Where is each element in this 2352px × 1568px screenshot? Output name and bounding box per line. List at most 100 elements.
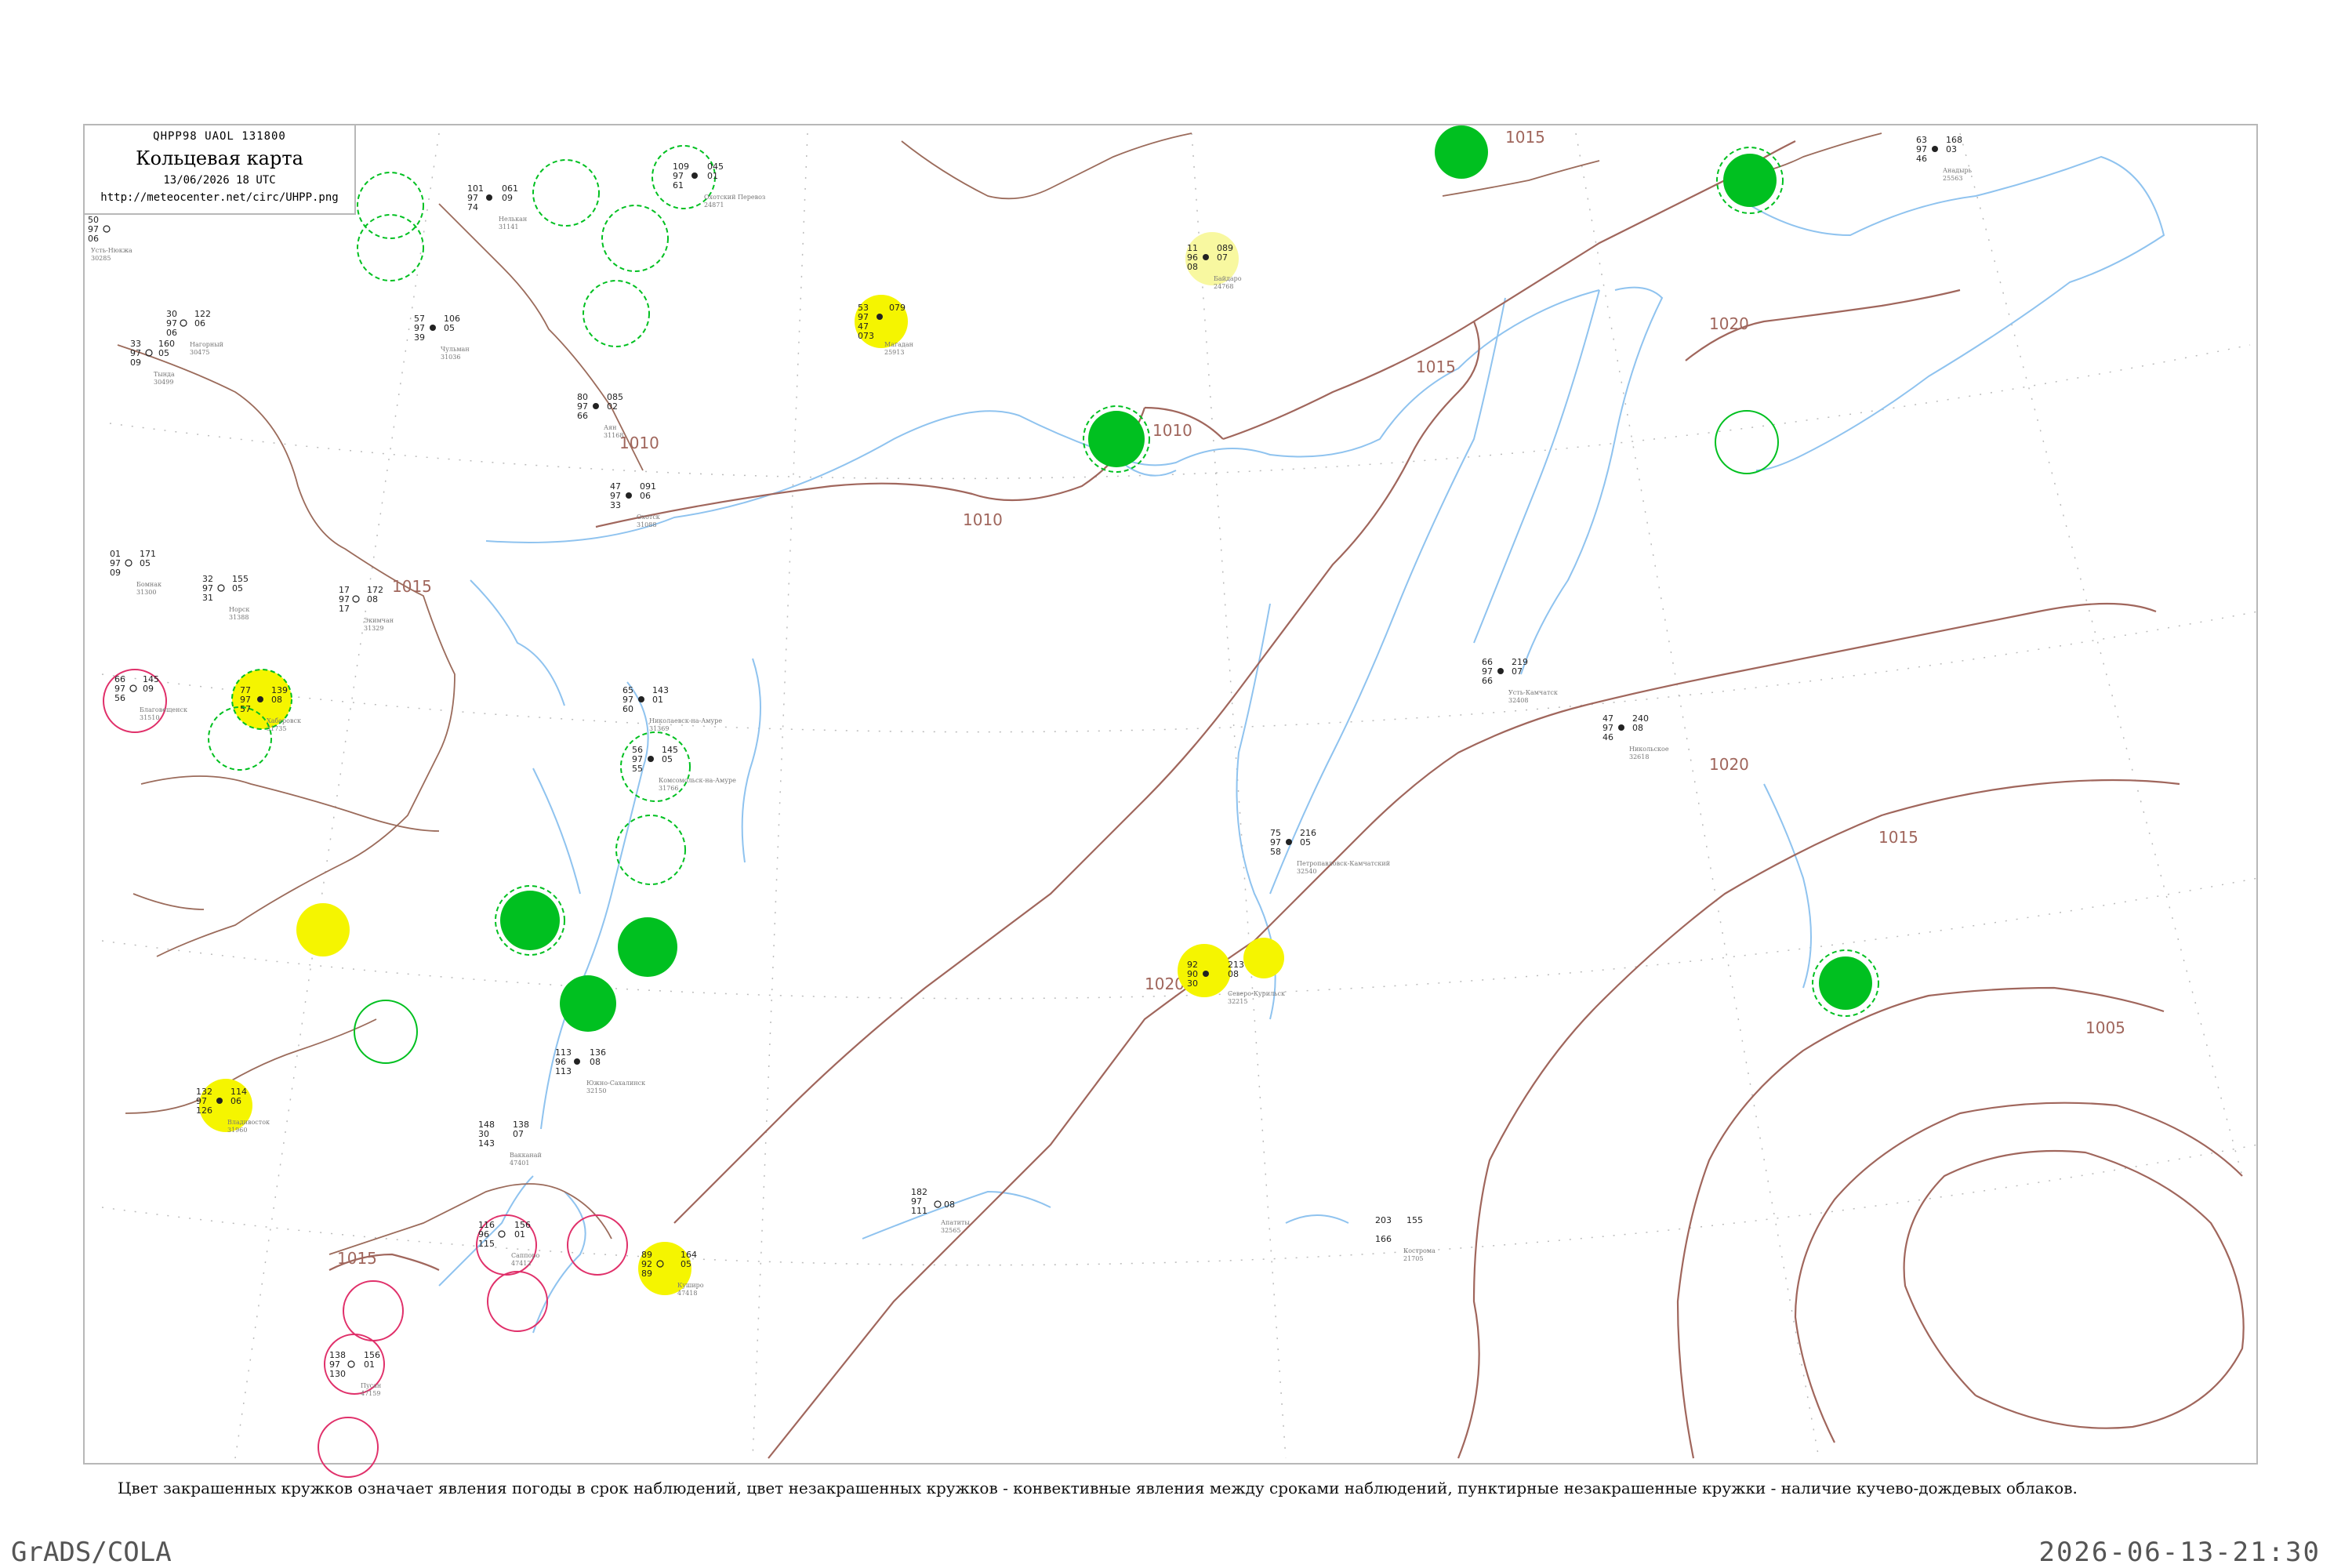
station-dew: 126 — [196, 1105, 212, 1116]
station-plot: 203 166 155 Кострома 21705 — [1375, 1215, 1436, 1262]
isobar-label: 1015 — [1416, 358, 1456, 376]
station-dew: 130 — [329, 1369, 346, 1379]
station-dew: 60 — [622, 704, 633, 714]
footer-software: GrADS/COLA — [11, 1537, 172, 1568]
cb-marker — [357, 214, 424, 281]
coastlines — [438, 155, 2165, 1334]
station-dew: 09 — [110, 568, 121, 578]
rain-marker — [560, 975, 616, 1032]
station-name: Апатиты — [941, 1219, 970, 1226]
station-plots: 50 97 06 Усть-Нюкжа 30285 33 97 09 160 0… — [88, 135, 1973, 1397]
station-plot: 57 97 39 106 05 Чульман 31036 — [414, 314, 470, 361]
thunder-marker — [343, 1280, 404, 1341]
rain-marker — [1723, 154, 1777, 207]
phenomenon-markers — [103, 125, 1879, 1478]
station-name: Благовещенск — [140, 706, 187, 713]
fog-marker — [1243, 938, 1284, 978]
station-plot: 148 30 143 138 07 Вакканай 47401 — [478, 1120, 542, 1167]
station-dew: 31 — [202, 593, 213, 603]
station-dew: 143 — [478, 1138, 495, 1149]
station-id: 25913 — [884, 349, 904, 356]
station-plot: 109 97 61 045 01 Охотский Перевоз 24871 — [673, 162, 765, 209]
isobar-label: 1015 — [392, 577, 432, 596]
station-name: Норск — [229, 606, 249, 613]
station-plot: 17 97 17 172 08 Экимчан 31329 — [339, 585, 394, 632]
station-dew: 46 — [1916, 154, 1927, 164]
station-dew: 89 — [641, 1269, 652, 1279]
station-dew: 06 — [88, 234, 99, 244]
station-name: Охотск — [637, 514, 660, 521]
station-id: 31369 — [649, 725, 669, 732]
station-id: 31735 — [267, 725, 286, 732]
thunder-marker — [318, 1417, 379, 1478]
isobar-label: 1020 — [1709, 755, 1749, 774]
station-id: 24871 — [704, 201, 724, 209]
station-id: 32150 — [586, 1087, 606, 1094]
bulletin-code: QHPP98 UAOL 131800 — [153, 130, 286, 143]
station-tendency: 06 — [640, 491, 651, 501]
station-tendency: 02 — [607, 401, 618, 412]
station-dew: 46 — [1602, 732, 1613, 742]
station-plot: 66 97 66 219 07 Усть-Камчатск 32408 — [1482, 657, 1558, 704]
station-plot: 47 97 46 240 08 Никольское 32618 — [1602, 713, 1669, 760]
footer-timestamp: 2026-06-13-21:30 — [2038, 1537, 2321, 1568]
station-plot: 65 97 60 143 01 Николаевск-на-Амуре 3136… — [622, 685, 722, 732]
station-dew: 113 — [555, 1066, 572, 1076]
station-plot: 01 97 09 171 05 Бомнак 31300 — [110, 549, 162, 596]
boundary-lines — [117, 132, 1882, 1255]
station-id: 31300 — [136, 589, 156, 596]
cb-marker — [357, 172, 424, 239]
isobar-lines — [328, 140, 2245, 1459]
station-id: 30285 — [91, 255, 111, 262]
rain-marker — [1819, 956, 1872, 1010]
station-id: 47401 — [510, 1160, 529, 1167]
station-id: 32565 — [941, 1227, 960, 1234]
station-plot: 66 97 56 145 09 Благовещенск 31510 — [114, 674, 187, 721]
station-id: 31088 — [637, 521, 656, 528]
station-tendency: 073 — [858, 331, 874, 341]
station-id: 47412 — [511, 1260, 531, 1267]
page-title: Кольцевая карта — [136, 147, 303, 169]
station-dew: 66 — [577, 411, 588, 421]
rain-marker — [500, 891, 560, 950]
cb-marker — [615, 815, 686, 885]
station-name: Анадырь — [1943, 167, 1973, 174]
thunder-marker — [487, 1271, 548, 1332]
station-id: 32215 — [1228, 998, 1247, 1005]
station-id: 47418 — [677, 1290, 697, 1297]
station-tendency: 07 — [1512, 666, 1523, 677]
fog-marker — [1178, 944, 1231, 997]
station-name: Куширо — [677, 1282, 704, 1289]
station-tendency: 08 — [1228, 969, 1239, 979]
station-name: Усть-Нюкжа — [91, 247, 132, 254]
station-tendency: 08 — [367, 594, 378, 604]
isobar-label: 1015 — [1878, 828, 1918, 847]
station-tendency: 01 — [707, 171, 718, 181]
station-dew: 55 — [632, 764, 643, 774]
station-id: 21705 — [1403, 1255, 1423, 1262]
isobar-label: 1010 — [619, 434, 659, 452]
station-name: Петропавловск-Камчатский — [1297, 860, 1390, 867]
station-tendency: 03 — [1946, 144, 1957, 154]
observation-time: 13/06/2026 18 UTC — [163, 174, 276, 187]
station-id: 31510 — [140, 714, 159, 721]
rain-marker — [618, 917, 677, 977]
station-dew: 61 — [673, 180, 684, 191]
station-plot: 80 97 66 085 02 Аян 31168 — [577, 392, 623, 439]
station-plot: 50 97 06 Усть-Нюкжа 30285 — [88, 215, 132, 262]
station-name: Владивосток — [227, 1119, 270, 1126]
station-name: Тында — [154, 371, 175, 378]
station-name: Южно-Сахалинск — [586, 1080, 645, 1087]
station-name: Охотский Перевоз — [704, 194, 765, 201]
isobar-label: 1015 — [1505, 128, 1545, 147]
station-name: Никольское — [1629, 746, 1669, 753]
station-id: 32408 — [1508, 697, 1528, 704]
station-dew: 33 — [610, 500, 621, 510]
isobar-label: 1010 — [1152, 421, 1192, 440]
station-id: 32540 — [1297, 868, 1316, 875]
station-name: Вакканай — [510, 1152, 542, 1159]
fog-marker — [296, 903, 350, 956]
station-name: Хабаровск — [267, 717, 301, 724]
station-tendency: 06 — [194, 318, 205, 328]
station-id: 31036 — [441, 354, 460, 361]
